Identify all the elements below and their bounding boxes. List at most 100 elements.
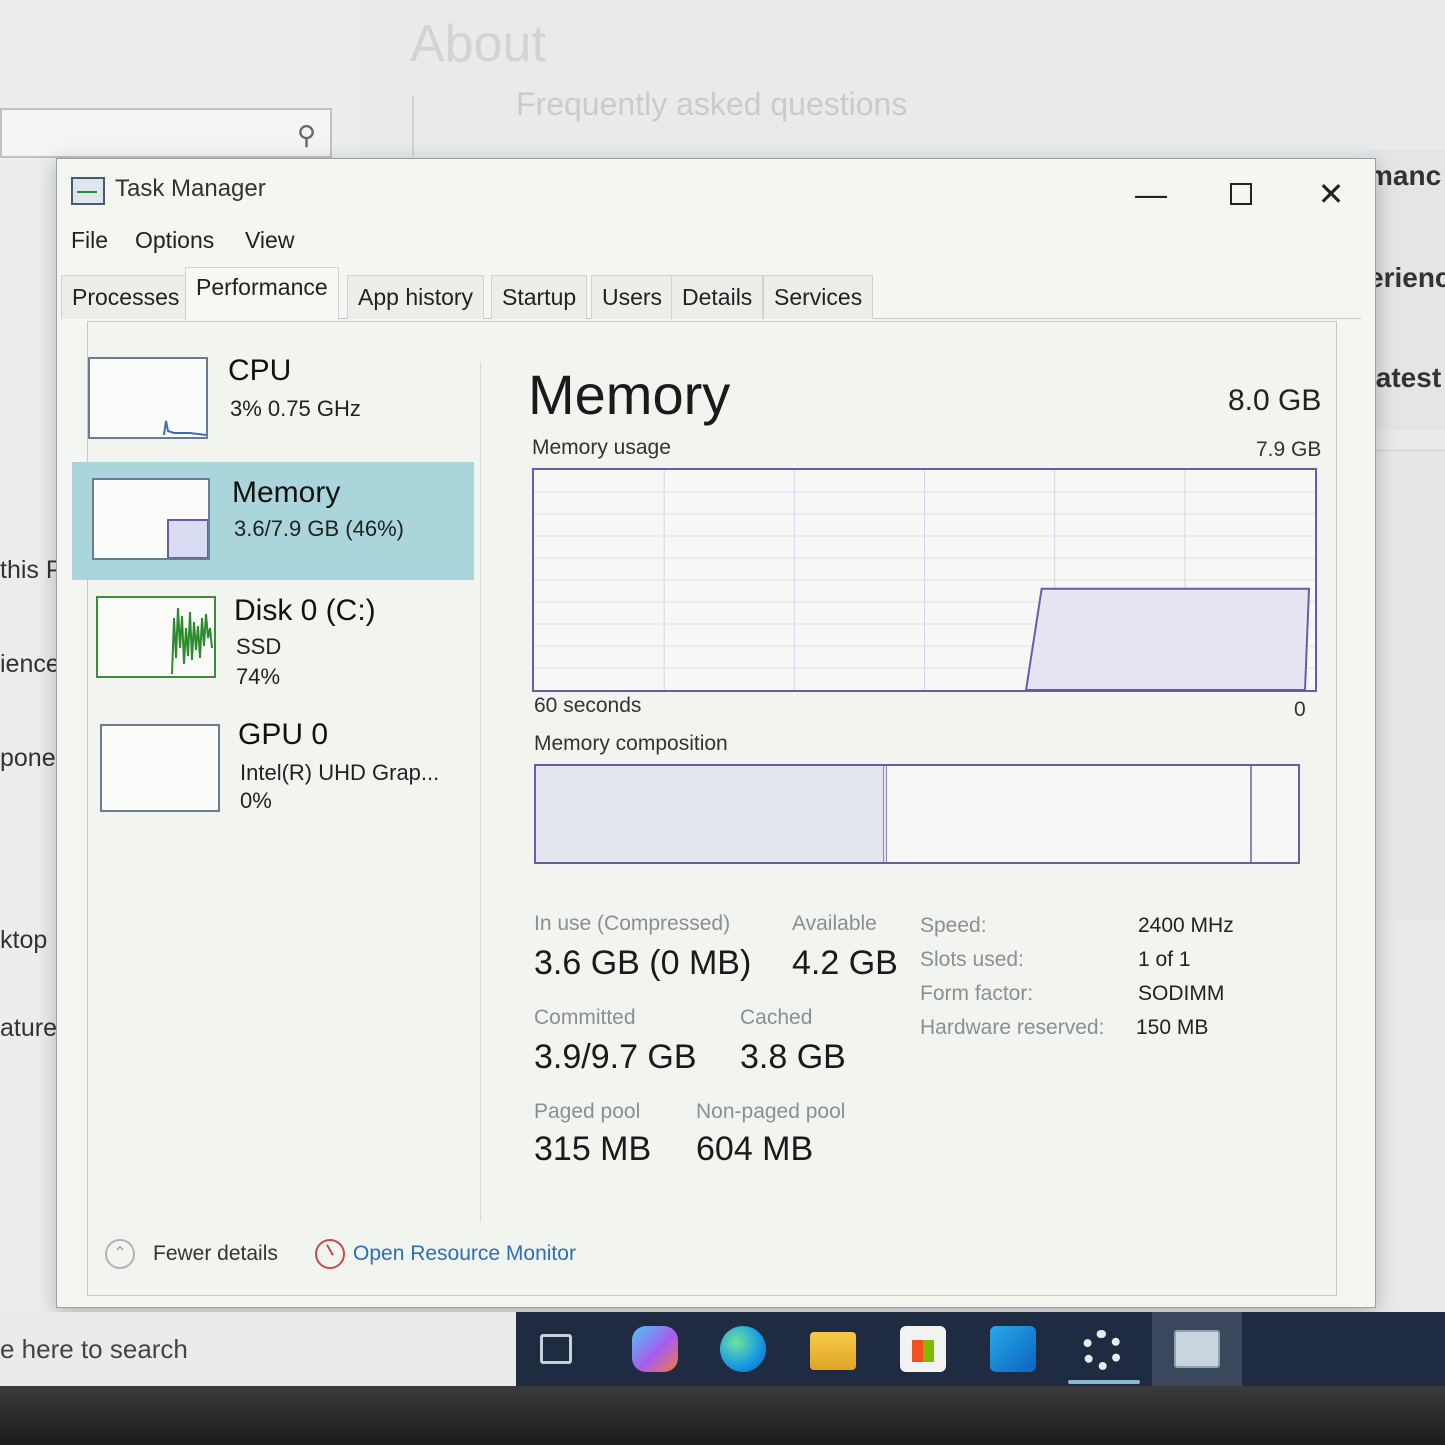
- speed-key: Speed:: [920, 914, 987, 937]
- sidebar-item-memory[interactable]: Memory 3.6/7.9 GB (46%): [72, 462, 474, 580]
- outlook-icon[interactable]: [990, 1326, 1036, 1372]
- cpu-thumbnail-graph: [88, 357, 208, 439]
- disk-name: Disk 0 (C:): [234, 594, 376, 627]
- page-title: Memory: [528, 363, 731, 426]
- settings-gear-icon[interactable]: [1082, 1330, 1122, 1370]
- menu-options[interactable]: Options: [135, 227, 214, 254]
- edge-text: manc: [1368, 160, 1442, 191]
- memory-usage-graph-svg: [534, 470, 1315, 691]
- task-manager-window: Task Manager — ✕ File Options View Proce…: [56, 158, 1376, 1396]
- taskbar-search-placeholder: e here to search: [0, 1334, 188, 1364]
- faq-heading: Frequently asked questions: [516, 86, 908, 122]
- tab-services[interactable]: Services: [763, 275, 874, 319]
- menu-file[interactable]: File: [71, 227, 108, 254]
- paged-pool-value: 315 MB: [534, 1130, 652, 1168]
- tab-app-history[interactable]: App history: [347, 275, 485, 319]
- gpu-model: Intel(R) UHD Grap...: [240, 760, 440, 785]
- composition-standby: [887, 766, 1253, 862]
- composition-in-use: [536, 766, 887, 862]
- search-icon: ⚲: [296, 120, 316, 150]
- taskbar-search-box[interactable]: e here to search: [0, 1312, 516, 1386]
- cached-label: Cached: [740, 1006, 813, 1029]
- minimize-button[interactable]: —: [1121, 169, 1181, 219]
- sidebar-item-gpu[interactable]: GPU 0 Intel(R) UHD Grap... 0%: [88, 710, 488, 828]
- committed-label: Committed: [534, 1006, 636, 1029]
- settings-page-title: About: [410, 15, 546, 73]
- resource-monitor-icon[interactable]: [315, 1239, 345, 1269]
- sidebar-item-disk[interactable]: Disk 0 (C:) SSD 74%: [88, 584, 488, 702]
- edge-text: latest: [1368, 362, 1442, 393]
- performance-panel: CPU 3% 0.75 GHz Memory 3.6/7.9 GB (46%) …: [72, 321, 1337, 1396]
- nonpaged-pool-label: Non-paged pool: [696, 1100, 846, 1123]
- disk-usage: 74%: [236, 664, 281, 689]
- slots-key: Slots used:: [920, 948, 1024, 971]
- taskbar: [516, 1312, 1445, 1386]
- cpu-name: CPU: [228, 354, 292, 387]
- tab-details[interactable]: Details: [671, 275, 764, 319]
- memory-usage-line: [1024, 587, 1311, 691]
- speed-value: 2400 MHz: [1138, 914, 1234, 937]
- available-value: 4.2 GB: [792, 944, 898, 982]
- edge-browser-icon[interactable]: [720, 1326, 766, 1372]
- file-explorer-icon[interactable]: [810, 1332, 856, 1370]
- open-resource-monitor-link[interactable]: Open Resource Monitor: [353, 1242, 576, 1266]
- nav-item[interactable]: this P: [0, 556, 63, 585]
- maximize-button[interactable]: [1211, 169, 1271, 219]
- nav-item[interactable]: ktop: [0, 926, 47, 955]
- edge-text: erienc: [1368, 262, 1445, 293]
- hardware-reserved-value: 150 MB: [1136, 1016, 1209, 1039]
- microsoft-store-icon[interactable]: [900, 1326, 946, 1372]
- nonpaged-pool-value: 604 MB: [696, 1130, 814, 1168]
- form-factor-value: SODIMM: [1138, 982, 1225, 1005]
- gpu-usage: 0%: [240, 788, 272, 813]
- tab-processes[interactable]: Processes: [61, 275, 191, 319]
- memory-composition-bar: [534, 764, 1300, 864]
- settings-card: [1368, 450, 1445, 920]
- form-factor-key: Form factor:: [920, 982, 1034, 1005]
- cpu-graph-line: [163, 420, 207, 436]
- committed-value: 3.9/9.7 GB: [534, 1038, 697, 1076]
- chevron-up-icon[interactable]: ⌃: [105, 1239, 135, 1269]
- memory-thumbnail-graph: [92, 478, 210, 560]
- graph-time-label: 60 seconds: [534, 694, 642, 717]
- disk-thumbnail-graph: [96, 596, 216, 678]
- memory-usage-graph: [532, 468, 1317, 692]
- cached-value: 3.8 GB: [740, 1038, 846, 1076]
- divider: [412, 96, 414, 156]
- cpu-usage: 3% 0.75 GHz: [230, 396, 361, 421]
- memory-name: Memory: [232, 476, 341, 509]
- copilot-icon[interactable]: [632, 1326, 678, 1372]
- graph-end-label: 0: [1294, 698, 1306, 721]
- menu-bar: File Options View: [57, 223, 1375, 263]
- task-view-icon[interactable]: [540, 1334, 572, 1364]
- maximize-icon: [1230, 183, 1252, 205]
- task-manager-taskbar-icon[interactable]: [1174, 1330, 1220, 1368]
- settings-search-box[interactable]: ⚲: [0, 108, 332, 158]
- paged-pool-label: Paged pool: [534, 1100, 641, 1123]
- fewer-details-link[interactable]: Fewer details: [153, 1242, 278, 1266]
- in-use-label: In use (Compressed): [534, 912, 731, 935]
- gpu-name: GPU 0: [238, 718, 329, 751]
- tab-users[interactable]: Users: [591, 275, 674, 319]
- menu-view[interactable]: View: [245, 227, 294, 254]
- disk-type: SSD: [236, 634, 282, 659]
- disk-graph-line: [171, 607, 213, 675]
- gpu-thumbnail-graph: [100, 724, 220, 812]
- active-app-indicator: [1068, 1380, 1140, 1384]
- hardware-reserved-key: Hardware reserved:: [920, 1016, 1105, 1039]
- memory-graph-fill: [167, 519, 209, 559]
- sidebar-item-cpu[interactable]: CPU 3% 0.75 GHz: [88, 340, 488, 458]
- memory-usage: 3.6/7.9 GB (46%): [234, 516, 404, 541]
- task-manager-icon: [71, 177, 105, 205]
- slots-value: 1 of 1: [1138, 948, 1191, 971]
- memory-usage-max: 7.9 GB: [1256, 438, 1322, 461]
- screen-bezel: [0, 1386, 1445, 1445]
- window-title: Task Manager: [115, 175, 266, 202]
- tab-performance[interactable]: Performance: [185, 267, 339, 320]
- memory-composition-label: Memory composition: [534, 732, 728, 755]
- memory-total: 8.0 GB: [1228, 384, 1322, 417]
- tab-startup[interactable]: Startup: [491, 275, 588, 319]
- tab-strip: Processes Performance App history Startu…: [61, 267, 1361, 320]
- title-bar[interactable]: Task Manager — ✕: [57, 159, 1375, 221]
- close-button[interactable]: ✕: [1301, 169, 1361, 219]
